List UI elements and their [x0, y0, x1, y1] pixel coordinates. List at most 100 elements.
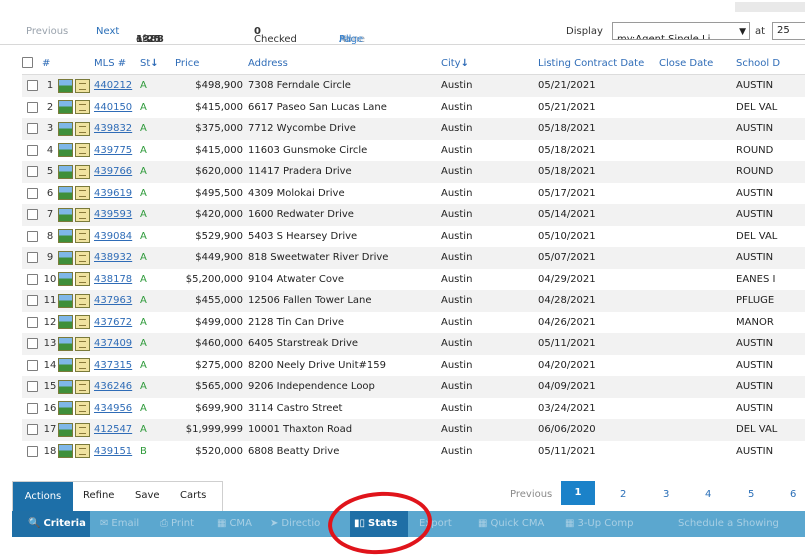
- mls-link[interactable]: 438932: [94, 247, 140, 269]
- column-header-school[interactable]: School D: [736, 52, 805, 75]
- three-up-comp-button[interactable]: ▦ 3-Up Comp: [565, 518, 633, 529]
- tab-save[interactable]: Save: [135, 490, 160, 501]
- mls-link[interactable]: 437409: [94, 333, 140, 355]
- row-checkbox[interactable]: [22, 290, 42, 312]
- mls-link[interactable]: 440212: [94, 74, 140, 97]
- tab-refine[interactable]: Refine: [83, 490, 114, 501]
- email-button[interactable]: ✉ Email: [100, 518, 139, 529]
- quick-cma-button[interactable]: ▦ Quick CMA: [478, 518, 544, 529]
- table-row[interactable]: 16 434956 A $699,900 3114 Castro Street Austi…: [22, 397, 805, 419]
- document-icon[interactable]: [75, 422, 90, 437]
- criteria-button[interactable]: 🔍 Criteria: [12, 511, 90, 537]
- photo-icon[interactable]: [58, 293, 73, 308]
- mls-link[interactable]: 434956: [94, 397, 140, 419]
- table-row[interactable]: 17 412547 A $1,999,999 10001 Thaxton Road Aus…: [22, 419, 805, 441]
- document-icon[interactable]: [75, 250, 90, 265]
- document-icon[interactable]: [75, 315, 90, 330]
- display-select[interactable]: my:Agent Single Li ▼: [612, 22, 750, 40]
- row-checkbox[interactable]: [22, 376, 42, 398]
- mls-link[interactable]: 439832: [94, 118, 140, 140]
- table-row[interactable]: 9 438932 A $449,900 818 Sweetwater River Dri…: [22, 247, 805, 269]
- row-checkbox[interactable]: [22, 311, 42, 333]
- photo-icon[interactable]: [58, 315, 73, 330]
- row-checkbox[interactable]: [22, 419, 42, 441]
- photo-icon[interactable]: [58, 422, 73, 437]
- row-checkbox[interactable]: [22, 225, 42, 247]
- document-icon[interactable]: [75, 164, 90, 179]
- photo-icon[interactable]: [58, 272, 73, 287]
- column-header-price[interactable]: Price: [175, 52, 243, 75]
- row-checkbox[interactable]: [22, 397, 42, 419]
- table-row[interactable]: 3 439832 A $375,000 7712 Wycombe Drive Austin…: [22, 118, 805, 140]
- mls-link[interactable]: 439766: [94, 161, 140, 183]
- mls-link[interactable]: 439775: [94, 139, 140, 161]
- document-icon[interactable]: [75, 207, 90, 222]
- mls-link[interactable]: 436246: [94, 376, 140, 398]
- column-header-address[interactable]: Address: [243, 52, 441, 75]
- row-checkbox[interactable]: [22, 161, 42, 183]
- mls-link[interactable]: 437672: [94, 311, 140, 333]
- per-page-input[interactable]: 25: [772, 22, 805, 40]
- page-3[interactable]: 3: [663, 489, 669, 500]
- row-checkbox[interactable]: [22, 247, 42, 269]
- table-row[interactable]: 10 438178 A $5,200,000 9104 Atwater Cove Aust…: [22, 268, 805, 290]
- previous-link[interactable]: Previous: [26, 26, 68, 37]
- document-icon[interactable]: [75, 444, 90, 459]
- table-row[interactable]: 18 439151 B $520,000 6808 Beatty Drive Austin…: [22, 440, 805, 462]
- table-row[interactable]: 7 439593 A $420,000 1600 Redwater Drive Austi…: [22, 204, 805, 226]
- photo-icon[interactable]: [58, 164, 73, 179]
- column-header-city[interactable]: City↓: [441, 52, 538, 75]
- document-icon[interactable]: [75, 336, 90, 351]
- document-icon[interactable]: [75, 229, 90, 244]
- photo-icon[interactable]: [58, 379, 73, 394]
- row-checkbox[interactable]: [22, 333, 42, 355]
- table-row[interactable]: 11 437963 A $455,000 12506 Fallen Tower Lane…: [22, 290, 805, 312]
- next-link[interactable]: Next: [96, 26, 119, 37]
- photo-icon[interactable]: [58, 358, 73, 373]
- table-row[interactable]: 8 439084 A $529,900 5403 S Hearsey Drive Aust…: [22, 225, 805, 247]
- directions-button[interactable]: ➤ Directio: [270, 518, 320, 529]
- document-icon[interactable]: [75, 143, 90, 158]
- document-icon[interactable]: [75, 78, 90, 93]
- photo-icon[interactable]: [58, 143, 73, 158]
- mls-link[interactable]: 439151: [94, 440, 140, 462]
- column-header-mls[interactable]: MLS #: [94, 52, 140, 75]
- table-row[interactable]: 1 440212 A $498,900 7308 Ferndale Circle Aust…: [22, 74, 805, 97]
- mls-link[interactable]: 437315: [94, 354, 140, 376]
- photo-icon[interactable]: [58, 121, 73, 136]
- table-row[interactable]: 13 437409 A $460,000 6405 Starstreak Drive Au…: [22, 333, 805, 355]
- page-1[interactable]: 1: [561, 481, 595, 505]
- document-icon[interactable]: [75, 272, 90, 287]
- table-row[interactable]: 15 436246 A $565,000 9206 Independence Loop A…: [22, 376, 805, 398]
- row-checkbox[interactable]: [22, 268, 42, 290]
- row-checkbox[interactable]: [22, 440, 42, 462]
- page-2[interactable]: 2: [620, 489, 626, 500]
- photo-icon[interactable]: [58, 78, 73, 93]
- document-icon[interactable]: [75, 293, 90, 308]
- mls-link[interactable]: 439084: [94, 225, 140, 247]
- tab-carts[interactable]: Carts: [180, 490, 206, 501]
- column-header-listing-contract-date[interactable]: Listing Contract Date: [538, 52, 659, 75]
- mls-link[interactable]: 439619: [94, 182, 140, 204]
- table-row[interactable]: 12 437672 A $499,000 2128 Tin Can Drive Austi…: [22, 311, 805, 333]
- page-6[interactable]: 6: [790, 489, 796, 500]
- row-checkbox[interactable]: [22, 118, 42, 140]
- page-4[interactable]: 4: [705, 489, 711, 500]
- photo-icon[interactable]: [58, 186, 73, 201]
- table-row[interactable]: 5 439766 A $620,000 11417 Pradera Drive Austi…: [22, 161, 805, 183]
- column-header-status[interactable]: St↓: [140, 52, 175, 75]
- mls-link[interactable]: 412547: [94, 419, 140, 441]
- select-all-checkbox[interactable]: [22, 52, 42, 75]
- row-checkbox[interactable]: [22, 74, 42, 97]
- photo-icon[interactable]: [58, 207, 73, 222]
- page-5[interactable]: 5: [748, 489, 754, 500]
- pagination-previous[interactable]: Previous: [510, 489, 552, 500]
- photo-icon[interactable]: [58, 100, 73, 115]
- photo-icon[interactable]: [58, 229, 73, 244]
- row-checkbox[interactable]: [22, 204, 42, 226]
- mls-link[interactable]: 439593: [94, 204, 140, 226]
- print-button[interactable]: ⎙ Print: [160, 518, 194, 529]
- mls-link[interactable]: 440150: [94, 96, 140, 118]
- table-row[interactable]: 14 437315 A $275,000 8200 Neely Drive Unit#1…: [22, 354, 805, 376]
- row-checkbox[interactable]: [22, 139, 42, 161]
